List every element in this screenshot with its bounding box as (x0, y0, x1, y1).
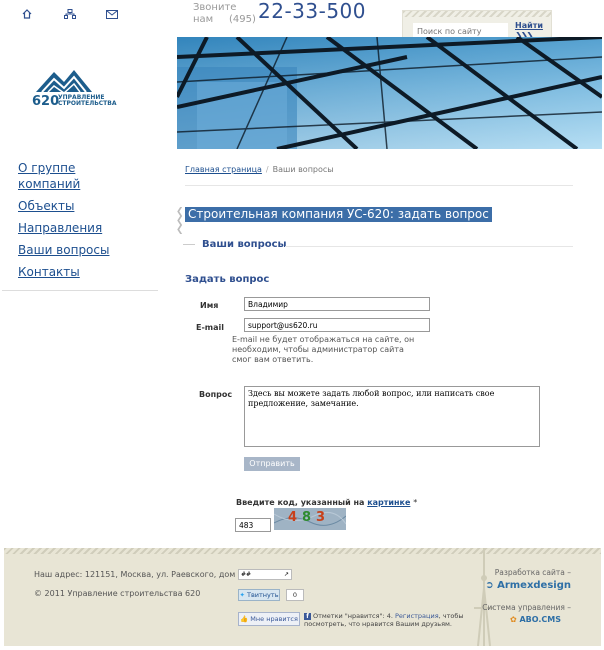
captcha-label: Введите код, указанный на картинке * (236, 498, 417, 507)
facebook-like-label: Мне нравится (250, 615, 298, 623)
facebook-like-button[interactable]: 👍 Мне нравится (238, 612, 300, 626)
email-field[interactable] (244, 318, 430, 332)
twitter-icon: ✦ (239, 591, 245, 599)
visit-counter-text: ## (241, 571, 252, 578)
form-title: Задать вопрос (185, 274, 270, 285)
home-icon[interactable] (22, 4, 36, 19)
page-title: Строительная компания УС-620: задать воп… (185, 207, 492, 222)
tv-tower-icon (474, 548, 494, 646)
main-nav: О группе компаний Объекты Направления Ва… (18, 160, 128, 286)
name-label: Имя (200, 301, 219, 310)
search-button[interactable]: Найти (515, 21, 543, 30)
captcha-link[interactable]: картинке (367, 498, 410, 507)
captcha-digit-2: 8 (302, 510, 312, 525)
top-icons (22, 4, 120, 19)
sitemap-icon[interactable] (64, 4, 78, 19)
tweet-button[interactable]: ✦ Твитнуть (238, 589, 280, 601)
captcha-label-text: Введите код, указанный на (236, 498, 365, 507)
nav-divider (2, 290, 158, 291)
nav-item-about[interactable]: О группе компаний (18, 160, 128, 192)
search-box-hatch (403, 11, 551, 17)
visit-counter[interactable]: ## ↗ (238, 569, 292, 580)
email-label: E-mail (196, 323, 225, 332)
logo-number: 620 (32, 94, 60, 109)
facebook-like-count-text: Отметки "нравится": 4. (313, 612, 393, 620)
nav-item-directions[interactable]: Направления (18, 220, 128, 236)
cms-name: ABO.CMS (519, 615, 561, 624)
divider (185, 185, 573, 186)
section-title: Ваши вопросы (183, 239, 287, 250)
submit-button[interactable]: Отправить (244, 457, 300, 471)
company-logo[interactable]: 620 Управление строительства (32, 66, 116, 111)
facebook-icon: f (304, 613, 311, 620)
chevron-decoration-icon: ❮ ❮ ❮ (176, 207, 184, 235)
nav-item-questions[interactable]: Ваши вопросы (18, 242, 128, 258)
cms-logo[interactable]: ✿ ABO.CMS (510, 615, 561, 624)
captcha-image[interactable]: 4 8 3 (274, 508, 346, 530)
captcha-digit-3: 3 (316, 510, 326, 525)
captcha-input[interactable] (235, 518, 271, 532)
developer-name: Armexdesign (497, 580, 571, 591)
footer: Наш адрес: 121151, Москва, ул. Раевского… (4, 548, 601, 646)
email-hint: E-mail не будет отображаться на сайте, о… (232, 335, 415, 364)
armexdesign-icon: ➲ (485, 580, 494, 591)
phone-number: 22-33-500 (258, 0, 367, 23)
logo-text-line2: строительства (58, 100, 117, 107)
facebook-like-text: f Отметки "нравится": 4. Регистрация, что… (304, 612, 504, 628)
cms-label: Система управления – (482, 603, 571, 612)
question-label: Вопрос (199, 390, 233, 399)
section-divider (285, 246, 573, 247)
captcha-digit-1: 4 (288, 510, 298, 525)
nav-item-contacts[interactable]: Контакты (18, 264, 128, 280)
breadcrumb-separator: / (265, 165, 269, 174)
facebook-register-link[interactable]: Регистрация (395, 612, 439, 620)
tweet-button-label: Твитнуть (247, 591, 279, 599)
mail-icon[interactable] (106, 4, 120, 19)
abocms-icon: ✿ (509, 615, 517, 624)
header-banner-image (177, 37, 602, 149)
logo-text: Управление строительства (58, 95, 116, 107)
tweet-count: 0 (286, 589, 304, 601)
breadcrumb-current: Ваши вопросы (272, 165, 334, 174)
thumbs-up-icon: 👍 (240, 615, 249, 623)
developer-label: Разработка сайта – (494, 568, 571, 577)
footer-address: Наш адрес: 121151, Москва, ул. Раевского… (34, 570, 243, 579)
section-title-text: Ваши вопросы (202, 239, 287, 250)
captcha-required-mark: * (413, 498, 418, 507)
nav-item-objects[interactable]: Объекты (18, 198, 128, 214)
question-field[interactable]: Здесь вы можете задать любой вопрос, или… (244, 386, 540, 447)
breadcrumb: Главная страница / Ваши вопросы (185, 165, 334, 174)
phone-code: (495) (229, 14, 256, 25)
counter-arrow-icon: ↗ (283, 571, 289, 578)
breadcrumb-home[interactable]: Главная страница (185, 165, 262, 174)
developer-logo[interactable]: ➲ Armexdesign (485, 580, 571, 591)
name-field[interactable] (244, 297, 430, 311)
footer-copyright: © 2011 Управление строительства 620 (34, 589, 201, 598)
